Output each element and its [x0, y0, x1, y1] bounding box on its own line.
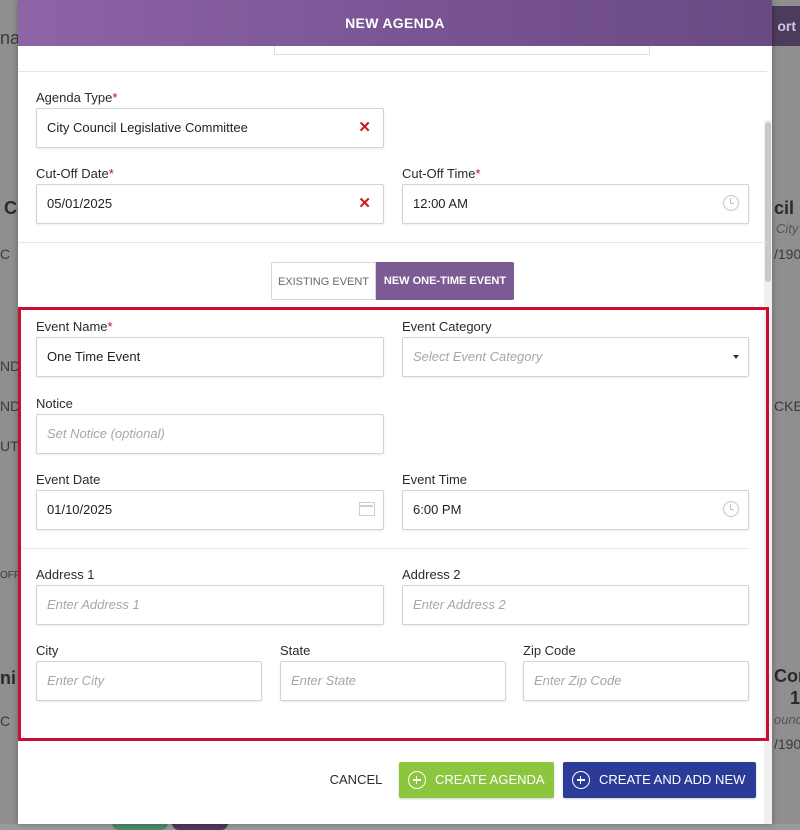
- caret-down-icon[interactable]: [733, 355, 739, 359]
- address2-label: Address 2: [402, 567, 461, 582]
- calendar-icon[interactable]: [359, 502, 375, 516]
- city-label: City: [36, 643, 59, 658]
- city-input[interactable]: Enter City: [36, 661, 262, 701]
- create-and-add-new-button[interactable]: CREATE AND ADD NEW: [563, 762, 756, 798]
- plus-circle-icon: [408, 771, 426, 789]
- agenda-type-select[interactable]: City Council Legislative Committee ✕: [36, 108, 384, 148]
- event-date-field[interactable]: 01/10/2025: [36, 490, 384, 530]
- clear-icon[interactable]: ✕: [358, 109, 371, 147]
- create-and-add-new-label: CREATE AND ADD NEW: [599, 772, 746, 787]
- bg-fragment: Cor: [774, 666, 800, 686]
- notice-label: Notice: [36, 396, 73, 411]
- bg-fragment: 1: [790, 688, 800, 708]
- new-agenda-modal: NEW AGENDA Agenda Type* City Council Leg…: [18, 0, 772, 824]
- event-category-select[interactable]: Select Event Category: [402, 337, 749, 377]
- address1-input[interactable]: Enter Address 1: [36, 585, 384, 625]
- event-name-input[interactable]: One Time Event: [36, 337, 384, 377]
- bg-fragment: OFF: [0, 570, 20, 581]
- cutoff-time-field[interactable]: 12:00 AM: [402, 184, 749, 224]
- address2-input[interactable]: Enter Address 2: [402, 585, 749, 625]
- create-agenda-label: CREATE AGENDA: [435, 772, 545, 787]
- agenda-type-label: Agenda Type*: [36, 90, 118, 105]
- event-category-label: Event Category: [402, 319, 492, 334]
- existing-event-tab[interactable]: EXISTING EVENT: [271, 262, 376, 300]
- bg-fragment: C: [0, 713, 11, 729]
- notice-input[interactable]: Set Notice (optional): [36, 414, 384, 454]
- scrolled-field-edge: [274, 46, 650, 55]
- modal-title: NEW AGENDA: [18, 0, 772, 46]
- state-input[interactable]: Enter State: [280, 661, 506, 701]
- bg-fragment: /190: [774, 736, 800, 752]
- address1-label: Address 1: [36, 567, 95, 582]
- divider: [18, 71, 767, 72]
- plus-circle-icon: [572, 771, 590, 789]
- new-one-time-event-tab[interactable]: NEW ONE-TIME EVENT: [376, 262, 514, 300]
- scrollbar-thumb[interactable]: [765, 122, 771, 282]
- event-time-value: 6:00 PM: [413, 502, 462, 517]
- create-agenda-button[interactable]: CREATE AGENDA: [399, 762, 554, 798]
- clear-icon[interactable]: ✕: [358, 185, 371, 223]
- bg-fragment: /190: [774, 246, 800, 262]
- bg-fragment: cil R: [774, 198, 800, 218]
- cancel-button[interactable]: CANCEL: [328, 762, 384, 798]
- clock-icon[interactable]: [723, 501, 739, 517]
- zip-input[interactable]: Enter Zip Code: [523, 661, 749, 701]
- clock-icon[interactable]: [723, 195, 739, 211]
- cutoff-date-field[interactable]: 05/01/2025 ✕: [36, 184, 384, 224]
- agenda-type-value: City Council Legislative Committee: [47, 120, 248, 135]
- bg-fragment: CKE: [774, 398, 800, 414]
- cutoff-time-label: Cut-Off Time*: [402, 166, 481, 181]
- event-category-placeholder: Select Event Category: [413, 349, 543, 364]
- bg-fragment: ounc: [774, 712, 800, 727]
- bg-fragment: C: [0, 246, 11, 262]
- zip-label: Zip Code: [523, 643, 576, 658]
- event-time-field[interactable]: 6:00 PM: [402, 490, 749, 530]
- event-date-label: Event Date: [36, 472, 101, 487]
- state-label: State: [280, 643, 311, 658]
- event-name-label: Event Name*: [36, 319, 113, 334]
- divider: [20, 548, 749, 549]
- cutoff-time-value: 12:00 AM: [413, 196, 468, 211]
- cutoff-date-label: Cut-Off Date*: [36, 166, 114, 181]
- bg-fragment: City: [776, 221, 799, 236]
- event-time-label: Event Time: [402, 472, 468, 487]
- cutoff-date-value: 05/01/2025: [47, 196, 113, 211]
- divider: [18, 242, 767, 243]
- bg-fragment: ni: [0, 668, 16, 688]
- event-date-value: 01/10/2025: [47, 502, 113, 517]
